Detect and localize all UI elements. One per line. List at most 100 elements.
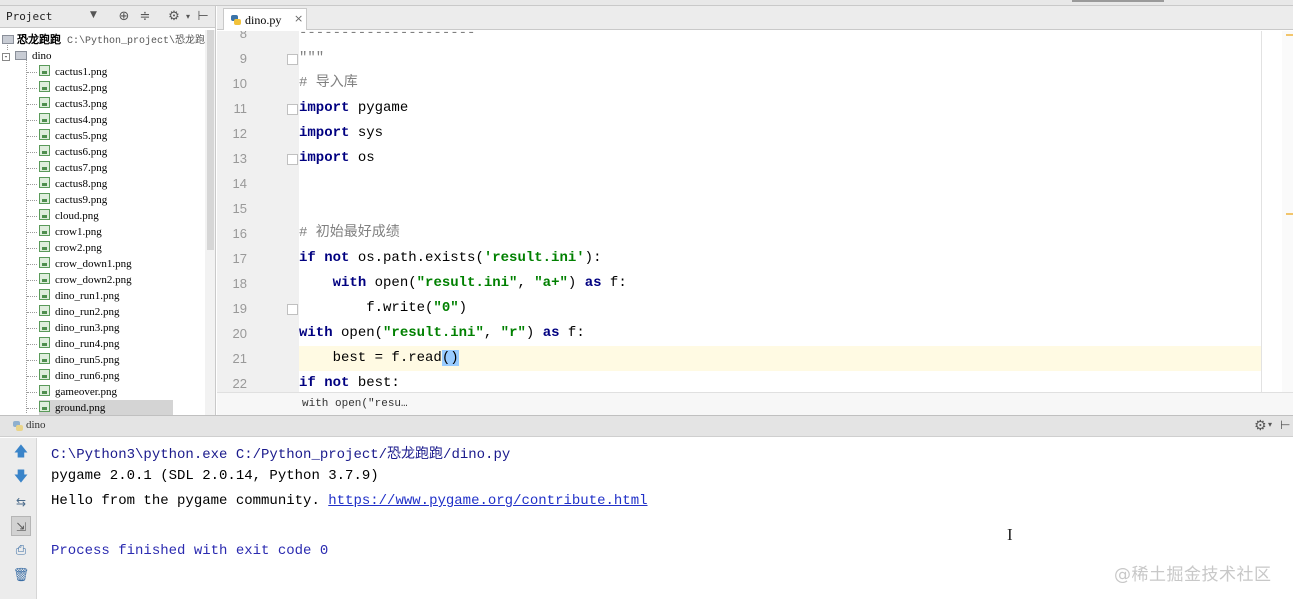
arrow-up-icon[interactable]: 🡅 [11, 442, 31, 462]
project-tree: 恐龙跑跑 C:\Python_project\恐龙跑 - dino cactus1.… [0, 30, 205, 415]
tree-file[interactable]: dino_run4.png [39, 336, 119, 352]
image-file-icon [39, 65, 50, 76]
code-text: f: [559, 325, 585, 341]
code-text: , [483, 325, 501, 341]
tree-file[interactable]: ground.png [39, 400, 173, 415]
tree-file[interactable]: cactus8.png [39, 176, 107, 192]
tree-root[interactable]: 恐龙跑跑 C:\Python_project\恐龙跑 [2, 32, 205, 48]
tree-guide [27, 200, 37, 201]
tree-file[interactable]: cactus7.png [39, 160, 107, 176]
code-line[interactable]: # 初始最好成绩 [299, 221, 400, 246]
code-line[interactable]: import pygame [299, 96, 408, 121]
close-icon[interactable]: × [294, 12, 303, 25]
tree-file[interactable]: crow_down1.png [39, 256, 132, 272]
expand-toggle-icon[interactable]: - [2, 53, 10, 61]
code-line[interactable]: best = f.read() [299, 346, 1261, 371]
tree-guide [27, 72, 37, 73]
hide-panel-icon[interactable]: ⊢ [1280, 418, 1290, 432]
tree-file[interactable]: cactus1.png [39, 64, 107, 80]
tree-file[interactable]: cactus4.png [39, 112, 107, 128]
error-stripe[interactable] [1282, 31, 1293, 392]
tree-file[interactable]: dino_run2.png [39, 304, 119, 320]
tree-file[interactable]: cactus5.png [39, 128, 107, 144]
tree-file-label: crow_down1.png [55, 258, 132, 270]
image-file-icon [39, 209, 50, 220]
project-view-selector[interactable]: Project [6, 10, 52, 23]
tree-file[interactable]: crow1.png [39, 224, 102, 240]
project-scrollbar[interactable] [205, 30, 215, 415]
hide-panel-icon[interactable]: ⊢ [195, 9, 211, 25]
run-config-name[interactable]: dino [26, 419, 46, 431]
trash-icon[interactable]: 🗑 [11, 566, 31, 586]
code-line[interactable]: with open("result.ini", "r") as f: [299, 321, 585, 346]
image-file-icon [39, 337, 50, 348]
chevron-down-icon[interactable]: ▾ [180, 9, 196, 25]
tree-file[interactable]: dino_run5.png [39, 352, 119, 368]
tree-guide [27, 296, 37, 297]
fold-marker-icon[interactable] [287, 104, 298, 115]
folder-icon [15, 51, 27, 60]
fold-marker-icon[interactable] [287, 54, 298, 65]
code-line[interactable]: if not os.path.exists('result.ini'): [299, 246, 601, 271]
tab-dino-py[interactable]: dino.py × [223, 8, 307, 30]
code-line[interactable]: import os [299, 146, 375, 171]
collapse-all-icon[interactable]: ≑ [137, 9, 153, 25]
code-line[interactable]: """ [299, 46, 324, 71]
tree-file[interactable]: cactus3.png [39, 96, 107, 112]
tree-file[interactable]: cactus6.png [39, 144, 107, 160]
chevron-down-icon[interactable]: ▾ [1268, 420, 1272, 429]
code-line[interactable]: import sys [299, 121, 383, 146]
tree-file[interactable]: dino_run3.png [39, 320, 119, 336]
tree-guide [27, 344, 37, 345]
run-console[interactable]: C:\Python3\python.exe C:/Python_project/… [38, 438, 1293, 599]
image-file-icon [39, 161, 50, 172]
console-hello-text: Hello from the pygame community. [51, 493, 329, 509]
project-scrollbar-thumb[interactable] [207, 30, 214, 250]
gear-icon[interactable]: ⚙ [1254, 418, 1267, 434]
tree-guide [27, 312, 37, 313]
tree-file[interactable]: dino_run6.png [39, 368, 119, 384]
tree-file-label: cloud.png [55, 210, 99, 222]
warning-marker[interactable] [1286, 34, 1293, 36]
line-number: 13 [232, 151, 247, 166]
tree-guide [27, 248, 37, 249]
code-string: "result.ini" [416, 275, 518, 291]
tree-file[interactable]: cloud.png [39, 208, 99, 224]
code-line[interactable]: --------------------- [299, 31, 475, 46]
image-file-icon [39, 97, 50, 108]
tree-file[interactable]: gameover.png [39, 384, 117, 400]
code-line[interactable]: if not best: [299, 371, 400, 392]
tree-file[interactable]: crow_down2.png [39, 272, 132, 288]
fold-marker-icon[interactable] [287, 304, 298, 315]
scroll-to-end-icon[interactable]: ⇲ [11, 516, 31, 536]
code-keyword: with [332, 275, 367, 291]
soft-wrap-icon[interactable]: ⇆ [11, 492, 31, 512]
tree-file[interactable]: dino_run1.png [39, 288, 119, 304]
console-hello-line: Hello from the pygame community. https:/… [51, 493, 648, 509]
code-text: os [349, 150, 375, 166]
line-number: 12 [232, 126, 247, 141]
tree-root-name: 恐龙跑跑 [17, 34, 61, 46]
fold-marker-icon[interactable] [287, 154, 298, 165]
code-editor[interactable]: --------------------- """ # 导入库 import pyga… [299, 31, 1261, 392]
window-top-mark [1072, 0, 1164, 2]
tree-file-label: cactus8.png [55, 178, 108, 190]
tree-folder-dino[interactable]: - dino [2, 48, 52, 64]
warning-marker[interactable] [1286, 213, 1293, 215]
chevron-down-icon[interactable]: ▼ [90, 10, 97, 20]
tree-file[interactable]: cactus9.png [39, 192, 107, 208]
breadcrumb-item[interactable]: with open("resu… [302, 398, 408, 410]
tree-guide [27, 376, 37, 377]
locate-icon[interactable]: ⊕ [116, 9, 132, 25]
code-line[interactable]: # 导入库 [299, 71, 358, 96]
code-line[interactable]: with open("result.ini", "a+") as f: [299, 271, 627, 296]
tree-guide [27, 184, 37, 185]
tree-file[interactable]: cactus2.png [39, 80, 107, 96]
arrow-down-icon[interactable]: 🡇 [11, 467, 31, 487]
code-comment: # 导入库 [299, 75, 358, 91]
code-line[interactable]: f.write("0") [299, 296, 467, 321]
print-icon[interactable]: ⎙ [11, 541, 31, 561]
tree-file-label: dino_run4.png [55, 338, 120, 350]
pygame-contribute-link[interactable]: https://www.pygame.org/contribute.html [328, 493, 647, 509]
tree-file[interactable]: crow2.png [39, 240, 102, 256]
